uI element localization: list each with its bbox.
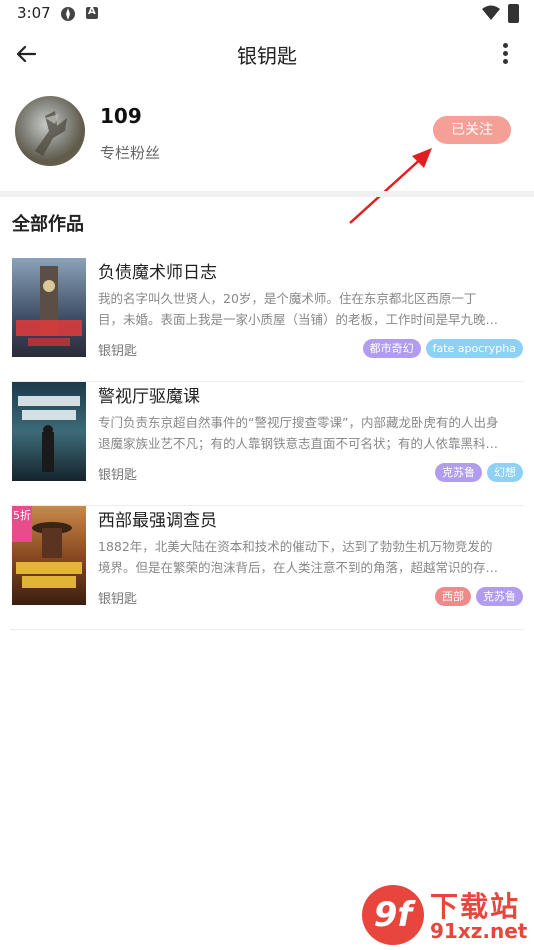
status-bar: 3:07 bbox=[0, 0, 534, 28]
page-title: 银钥匙 bbox=[237, 44, 297, 68]
book-tags: 都市奇幻 fate apocrypha bbox=[362, 339, 523, 358]
more-options-icon[interactable] bbox=[497, 40, 513, 68]
book-tags: 西部 克苏鲁 bbox=[435, 587, 523, 606]
book-cover[interactable] bbox=[12, 258, 86, 357]
book-author: 银钥匙 bbox=[98, 592, 138, 607]
watermark-url: 91xz.net bbox=[430, 919, 528, 943]
section-title: 全部作品 bbox=[12, 214, 84, 235]
watermark: 9f 下载站 91xz.net bbox=[362, 885, 530, 945]
book-title[interactable]: 西部最强调查员 bbox=[98, 506, 217, 531]
tag[interactable]: 西部 bbox=[435, 587, 471, 606]
book-cover[interactable] bbox=[12, 382, 86, 481]
row-divider bbox=[10, 629, 524, 630]
book-list-item[interactable]: 警视厅驱魔课 专门负责东京超自然事件的“警视厅搜查零课”，内部藏龙卧虎有的人出身… bbox=[0, 382, 534, 506]
app-notification-icon bbox=[61, 7, 75, 21]
followers-label: 专栏粉丝 bbox=[100, 144, 161, 162]
discount-badge: 5折 bbox=[12, 506, 32, 542]
book-description: 1882年，北美大陆在资本和技术的催动下，达到了勃勃生机万物竞发的 境界。但是在… bbox=[98, 539, 499, 575]
book-author: 银钥匙 bbox=[98, 344, 138, 359]
book-tags: 克苏鲁 幻想 bbox=[435, 463, 523, 482]
annotation-arrow-icon bbox=[349, 148, 432, 224]
section-divider bbox=[0, 191, 534, 197]
book-list-item[interactable]: 负债魔术师日志 我的名字叫久世贤人，20岁，是个魔术师。住在东京都北区西原一丁 … bbox=[0, 258, 534, 382]
book-description: 专门负责东京超自然事件的“警视厅搜查零课”，内部藏龙卧虎有的人出身 退魔家族业艺… bbox=[98, 415, 499, 451]
status-time: 3:07 bbox=[17, 4, 51, 22]
tag[interactable]: 幻想 bbox=[487, 463, 523, 482]
tag[interactable]: 都市奇幻 bbox=[362, 339, 421, 358]
tag[interactable]: 克苏鲁 bbox=[476, 587, 523, 606]
tag[interactable]: fate apocrypha bbox=[425, 339, 523, 358]
followers-count: 109 bbox=[100, 104, 142, 128]
watermark-logo-icon: 9f bbox=[362, 885, 424, 945]
book-author: 银钥匙 bbox=[98, 468, 138, 483]
book-cover[interactable]: 5折 bbox=[12, 506, 86, 605]
book-title[interactable]: 警视厅驱魔课 bbox=[98, 382, 200, 407]
keyboard-notification-icon bbox=[86, 6, 98, 19]
book-list-item[interactable]: 5折 西部最强调查员 1882年，北美大陆在资本和技术的催动下，达到了勃勃生机万… bbox=[0, 506, 534, 630]
avatar[interactable] bbox=[15, 96, 85, 166]
app-header: 银钥匙 bbox=[0, 28, 534, 80]
follow-button[interactable]: 已关注 bbox=[433, 116, 511, 144]
battery-icon bbox=[508, 4, 519, 23]
book-title[interactable]: 负债魔术师日志 bbox=[98, 258, 217, 283]
tag[interactable]: 克苏鲁 bbox=[435, 463, 482, 482]
book-description: 我的名字叫久世贤人，20岁，是个魔术师。住在东京都北区西原一丁 目，未婚。表面上… bbox=[98, 291, 499, 327]
wifi-icon bbox=[482, 5, 500, 20]
